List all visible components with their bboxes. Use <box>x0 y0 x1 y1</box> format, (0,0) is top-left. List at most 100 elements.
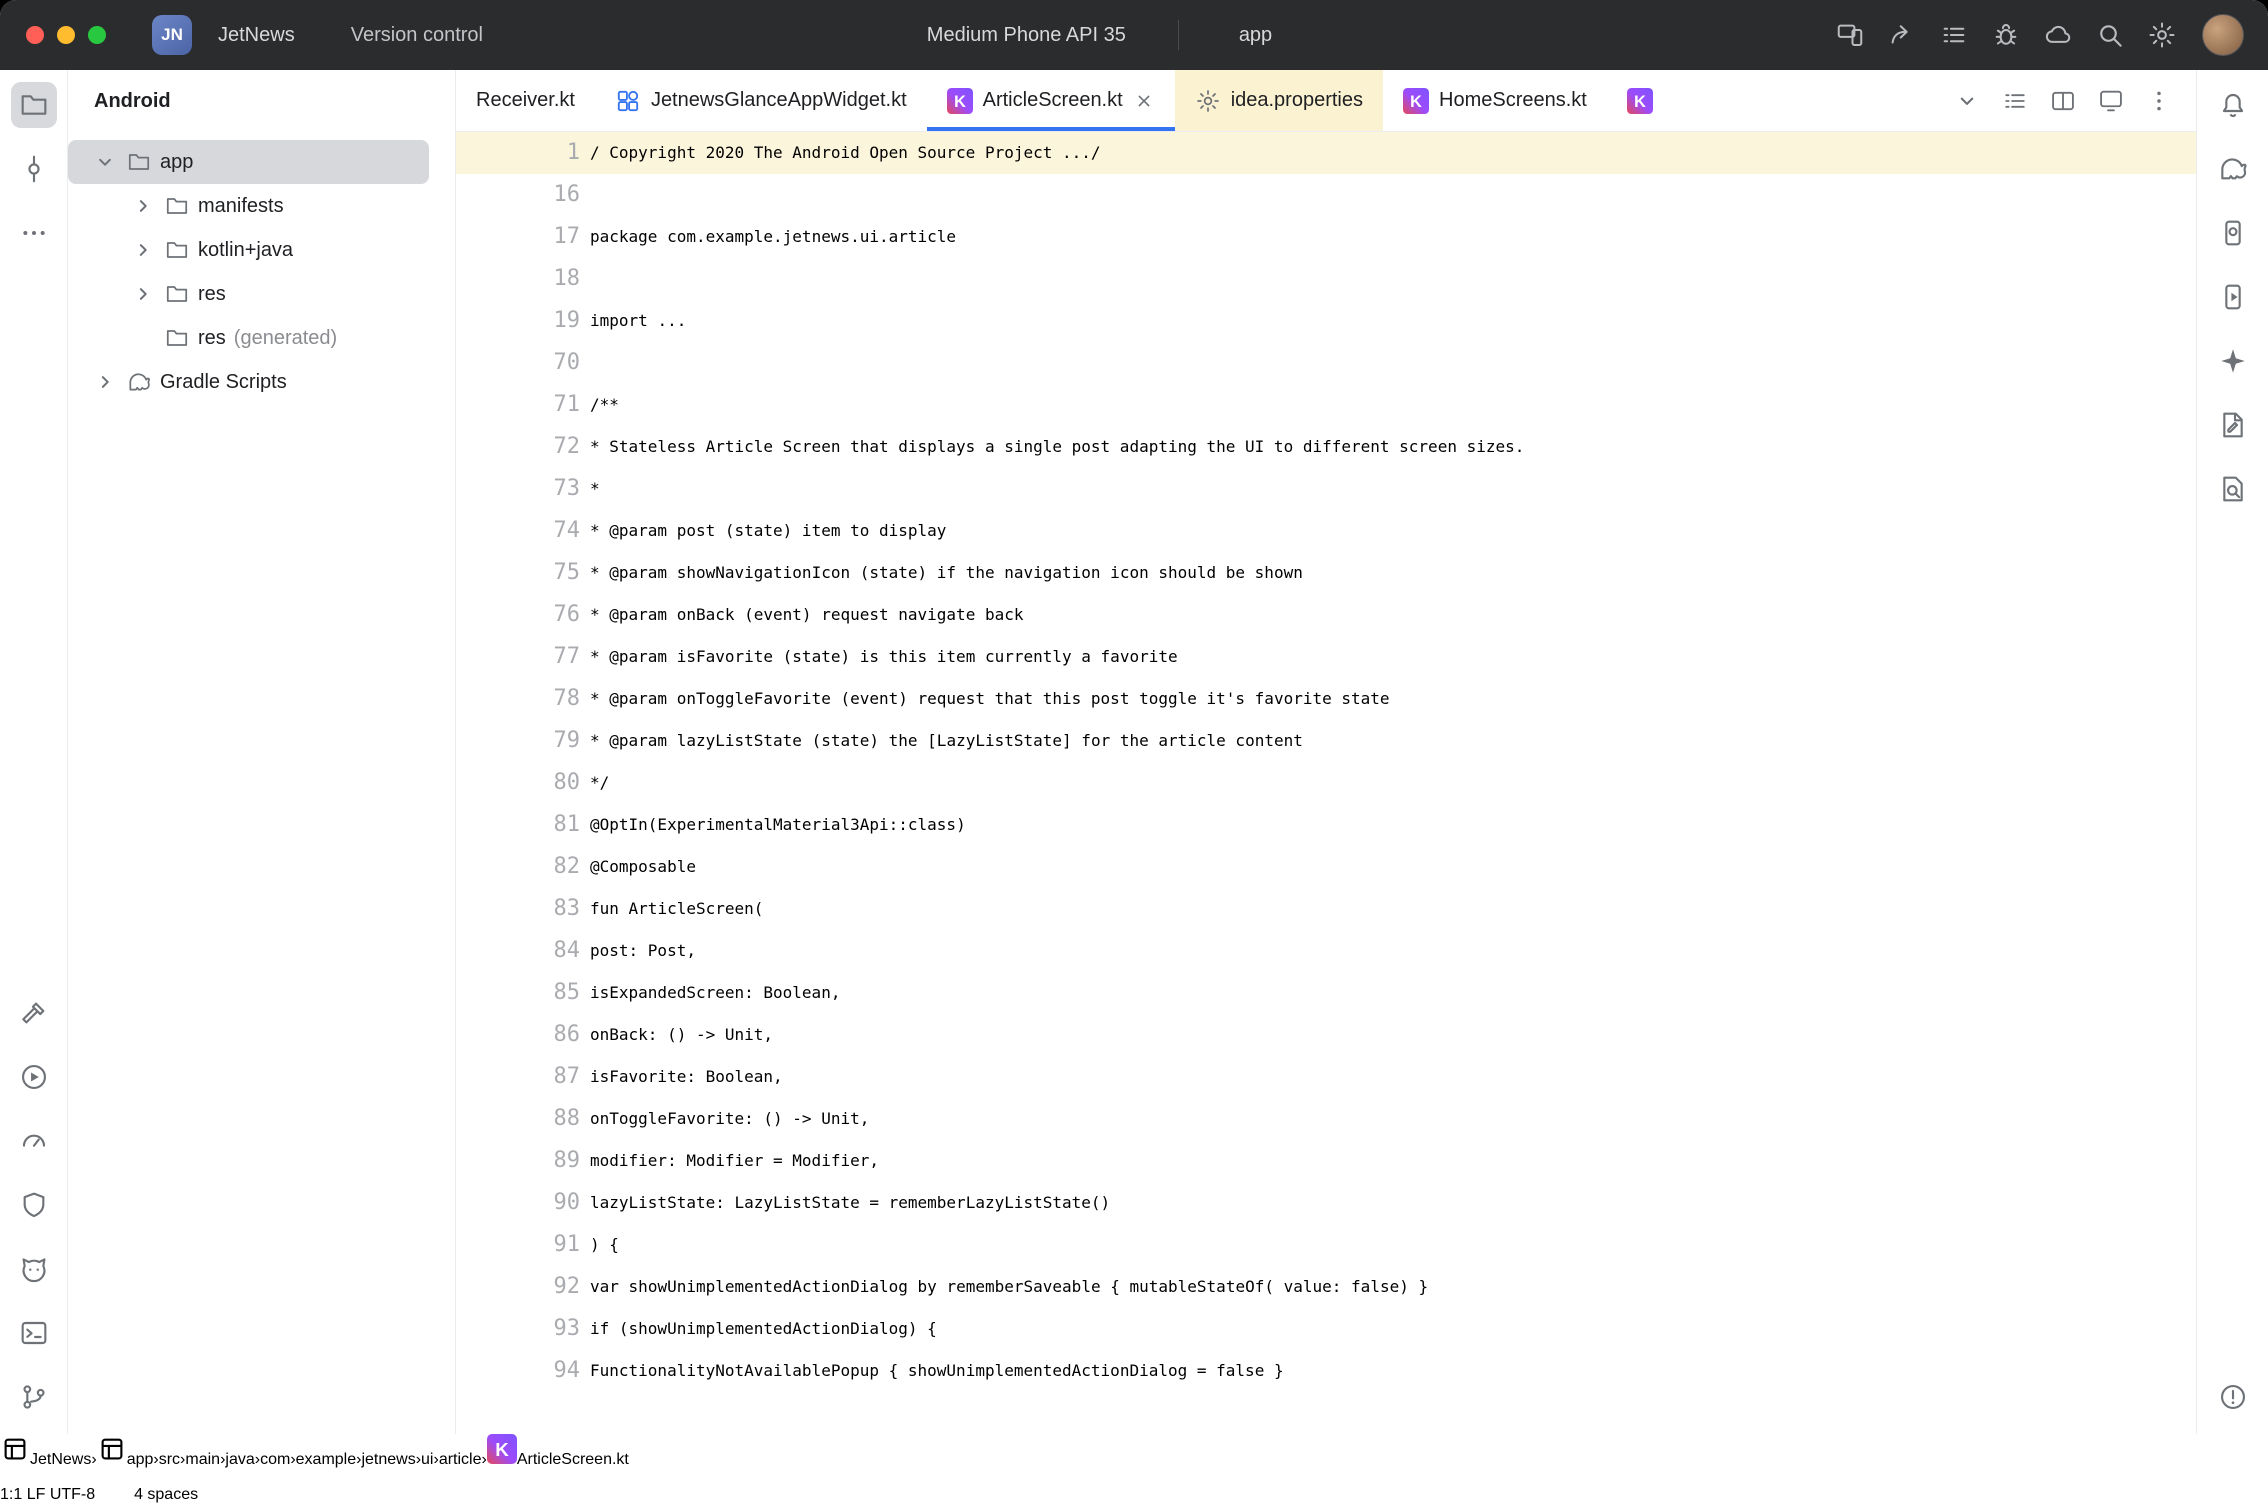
code-text[interactable]: lazyListState: LazyListState = rememberL… <box>590 1182 1110 1224</box>
line-number[interactable]: 86 <box>528 1014 580 1056</box>
line-number[interactable]: 93 <box>528 1308 580 1350</box>
gutter[interactable]: 80 <box>456 762 590 804</box>
line-number[interactable]: 80 <box>528 762 580 804</box>
more-v-button[interactable] <box>2138 80 2180 122</box>
gutter[interactable]: 84 <box>456 930 590 972</box>
zoom-window-button[interactable] <box>88 26 106 44</box>
search-button[interactable] <box>2088 13 2132 57</box>
code-text[interactable]: onToggleFavorite: () -> Unit, <box>590 1098 869 1140</box>
breadcrumb-example[interactable]: example <box>296 1451 356 1469</box>
code-text[interactable]: modifier: Modifier = Modifier, <box>590 1140 879 1182</box>
debug-button[interactable] <box>1378 13 1422 57</box>
breadcrumb-article[interactable]: article <box>439 1451 482 1469</box>
line-number[interactable]: 1 <box>528 132 580 174</box>
code-editor[interactable]: 1/ Copyright 2020 The Android Open Sourc… <box>456 132 2196 1434</box>
build-button[interactable] <box>11 990 57 1036</box>
code-text[interactable]: isFavorite: Boolean, <box>590 1056 783 1098</box>
gemini-button[interactable] <box>2210 338 2256 384</box>
project-button[interactable] <box>11 82 57 128</box>
tab-homescreens-kt[interactable]: KHomeScreens.kt <box>1383 70 1607 131</box>
gutter[interactable]: 83 <box>456 888 590 930</box>
vcs-widget[interactable]: Version control <box>341 16 525 55</box>
gutter[interactable]: 86 <box>456 1014 590 1056</box>
gutter[interactable]: 72 <box>456 426 590 468</box>
breadcrumb-src[interactable]: src <box>159 1451 180 1469</box>
run-config-selector[interactable]: app <box>1189 12 1314 58</box>
gutter[interactable]: 18 <box>456 258 590 300</box>
code-text[interactable]: * @param lazyListState (state) the [Lazy… <box>590 720 1303 762</box>
code-text[interactable]: * @param isFavorite (state) is this item… <box>590 636 1178 678</box>
gutter[interactable]: 75 <box>456 552 590 594</box>
breadcrumb-com[interactable]: com <box>260 1451 290 1469</box>
line-number[interactable]: 84 <box>528 930 580 972</box>
gutter[interactable]: 93 <box>456 1308 590 1350</box>
line-number[interactable]: 73 <box>528 468 580 510</box>
file-encoding[interactable]: UTF-8 <box>50 1486 95 1504</box>
bell-button[interactable] <box>2210 82 2256 128</box>
line-number[interactable]: 85 <box>528 972 580 1014</box>
code-text[interactable]: var showUnimplementedActionDialog by rem… <box>590 1266 1428 1308</box>
code-text[interactable]: @Composable <box>590 846 696 888</box>
edit-doc-button[interactable] <box>2210 402 2256 448</box>
code-area[interactable]: 1/ Copyright 2020 The Android Open Sourc… <box>456 132 2196 1392</box>
breadcrumb-jetnews[interactable]: jetnews <box>361 1451 415 1469</box>
list-button[interactable] <box>1932 13 1976 57</box>
gutter[interactable]: 78 <box>456 678 590 720</box>
line-number[interactable]: 90 <box>528 1182 580 1224</box>
tree-item-kotlin-java[interactable]: kotlin+java <box>68 228 429 272</box>
line-number[interactable]: 18 <box>528 258 580 300</box>
caret-position[interactable]: 1:1 <box>0 1486 22 1504</box>
gutter[interactable]: 76 <box>456 594 590 636</box>
line-number[interactable]: 91 <box>528 1224 580 1266</box>
gutter[interactable]: 92 <box>456 1266 590 1308</box>
bug-report-button[interactable] <box>1984 13 2028 57</box>
user-avatar[interactable] <box>2202 14 2244 56</box>
code-text[interactable]: onBack: () -> Unit, <box>590 1014 773 1056</box>
code-text[interactable]: */ <box>590 762 609 804</box>
list-view-button[interactable] <box>1994 80 2036 122</box>
gutter[interactable]: 70 <box>456 342 590 384</box>
device-manager-button[interactable] <box>2210 210 2256 256</box>
branch-button[interactable] <box>11 1374 57 1420</box>
find-doc-button[interactable] <box>2210 466 2256 512</box>
line-number[interactable]: 70 <box>528 342 580 384</box>
code-text[interactable]: * <box>590 468 600 510</box>
code-text[interactable]: * @param onBack (event) request navigate… <box>590 594 1023 636</box>
project-widget[interactable]: JetNews <box>208 16 337 55</box>
more-button[interactable] <box>11 210 57 256</box>
indent-config[interactable]: 4 spaces <box>134 1486 198 1504</box>
line-number[interactable]: 78 <box>528 678 580 720</box>
tree-item-res[interactable]: res <box>68 272 429 316</box>
tab-articlescreen-kt[interactable]: KArticleScreen.kt <box>927 70 1175 131</box>
code-text[interactable]: ) { <box>590 1224 619 1266</box>
gutter[interactable]: 16 <box>456 174 590 216</box>
tree-item-app[interactable]: app <box>68 140 429 184</box>
breadcrumb-jetnews[interactable]: JetNews <box>0 1434 91 1469</box>
line-number[interactable]: 92 <box>528 1266 580 1308</box>
project-view-selector[interactable]: Android <box>68 70 455 132</box>
device-preview-button[interactable] <box>2090 80 2132 122</box>
more-run-actions-button[interactable] <box>1432 13 1476 57</box>
commit-button[interactable] <box>11 146 57 192</box>
device-mirror-button[interactable] <box>1828 13 1872 57</box>
gutter[interactable]: 1 <box>456 132 590 174</box>
run-button[interactable] <box>1324 13 1368 57</box>
gutter[interactable]: 77 <box>456 636 590 678</box>
code-text[interactable]: post: Post, <box>590 930 696 972</box>
gutter[interactable]: 94 <box>456 1350 590 1392</box>
gutter[interactable]: 87 <box>456 1056 590 1098</box>
line-number[interactable]: 81 <box>528 804 580 846</box>
tab-jetnewsglanceappwidget-kt[interactable]: JetnewsGlanceAppWidget.kt <box>595 70 927 131</box>
insights-button[interactable] <box>11 1182 57 1228</box>
gutter[interactable]: 71 <box>456 384 590 426</box>
line-number[interactable]: 88 <box>528 1098 580 1140</box>
line-number[interactable]: 17 <box>528 216 580 258</box>
gutter[interactable]: 79 <box>456 720 590 762</box>
line-number[interactable]: 83 <box>528 888 580 930</box>
gutter[interactable]: 81 <box>456 804 590 846</box>
gutter[interactable]: 74 <box>456 510 590 552</box>
cloud-button[interactable] <box>2036 13 2080 57</box>
gutter[interactable]: 89 <box>456 1140 590 1182</box>
line-number[interactable]: 94 <box>528 1350 580 1392</box>
profiler-button[interactable] <box>11 1118 57 1164</box>
